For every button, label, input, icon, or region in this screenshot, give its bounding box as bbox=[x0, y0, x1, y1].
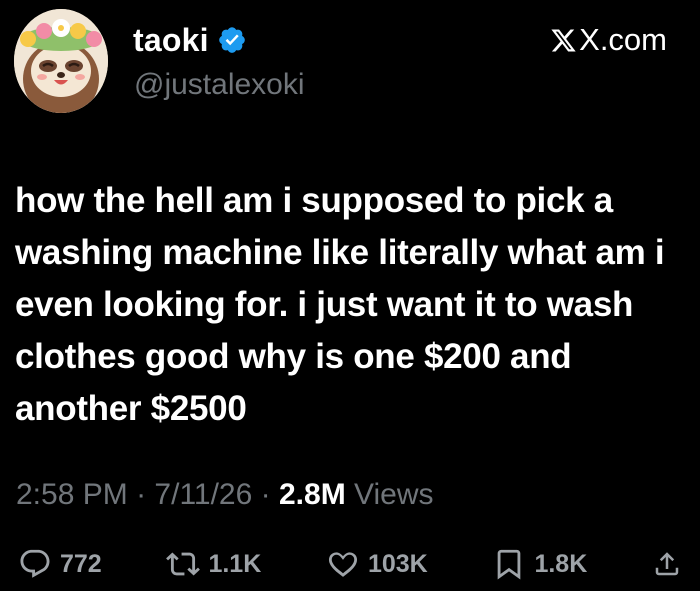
meta-separator: · bbox=[136, 478, 147, 511]
brand-label: X.com bbox=[579, 22, 667, 57]
tweet-text: how the hell am i supposed to pick a was… bbox=[15, 181, 665, 428]
author-display-name-row[interactable]: taoki bbox=[133, 22, 247, 58]
reply-count: 772 bbox=[60, 549, 102, 578]
views-label[interactable]: Views bbox=[354, 478, 433, 511]
reply-button[interactable]: 772 bbox=[18, 547, 102, 581]
tweet-date[interactable]: 7/11/26 bbox=[154, 478, 252, 511]
author-display-name[interactable]: taoki bbox=[133, 22, 209, 58]
sloth-avatar-image bbox=[14, 9, 108, 113]
tweet-meta: 2:58 PM · 7/11/26 · 2.8M Views bbox=[16, 477, 434, 513]
bookmark-button[interactable]: 1.8K bbox=[492, 547, 587, 581]
brand-label-row: X.com bbox=[550, 22, 667, 58]
reply-icon bbox=[18, 547, 52, 581]
like-count: 103K bbox=[367, 549, 428, 578]
share-button[interactable] bbox=[652, 549, 682, 579]
avatar[interactable] bbox=[14, 9, 108, 113]
share-icon bbox=[652, 549, 682, 579]
bookmark-icon bbox=[492, 547, 526, 581]
tweet-actions: 772 1.1K 103K 1.8K bbox=[18, 544, 682, 584]
like-button[interactable]: 103K bbox=[326, 547, 428, 581]
repost-count: 1.1K bbox=[208, 549, 262, 578]
bookmark-count: 1.8K bbox=[534, 549, 588, 578]
heart-icon bbox=[326, 547, 360, 581]
x-logo-icon bbox=[550, 27, 577, 54]
meta-separator: · bbox=[260, 478, 271, 511]
author-handle[interactable]: @justalexoki bbox=[134, 68, 305, 102]
tweet-time[interactable]: 2:58 PM bbox=[16, 478, 128, 511]
repost-button[interactable]: 1.1K bbox=[166, 547, 261, 581]
verified-badge-icon bbox=[217, 25, 247, 55]
views-count[interactable]: 2.8M bbox=[279, 478, 346, 511]
repost-icon bbox=[166, 547, 201, 581]
